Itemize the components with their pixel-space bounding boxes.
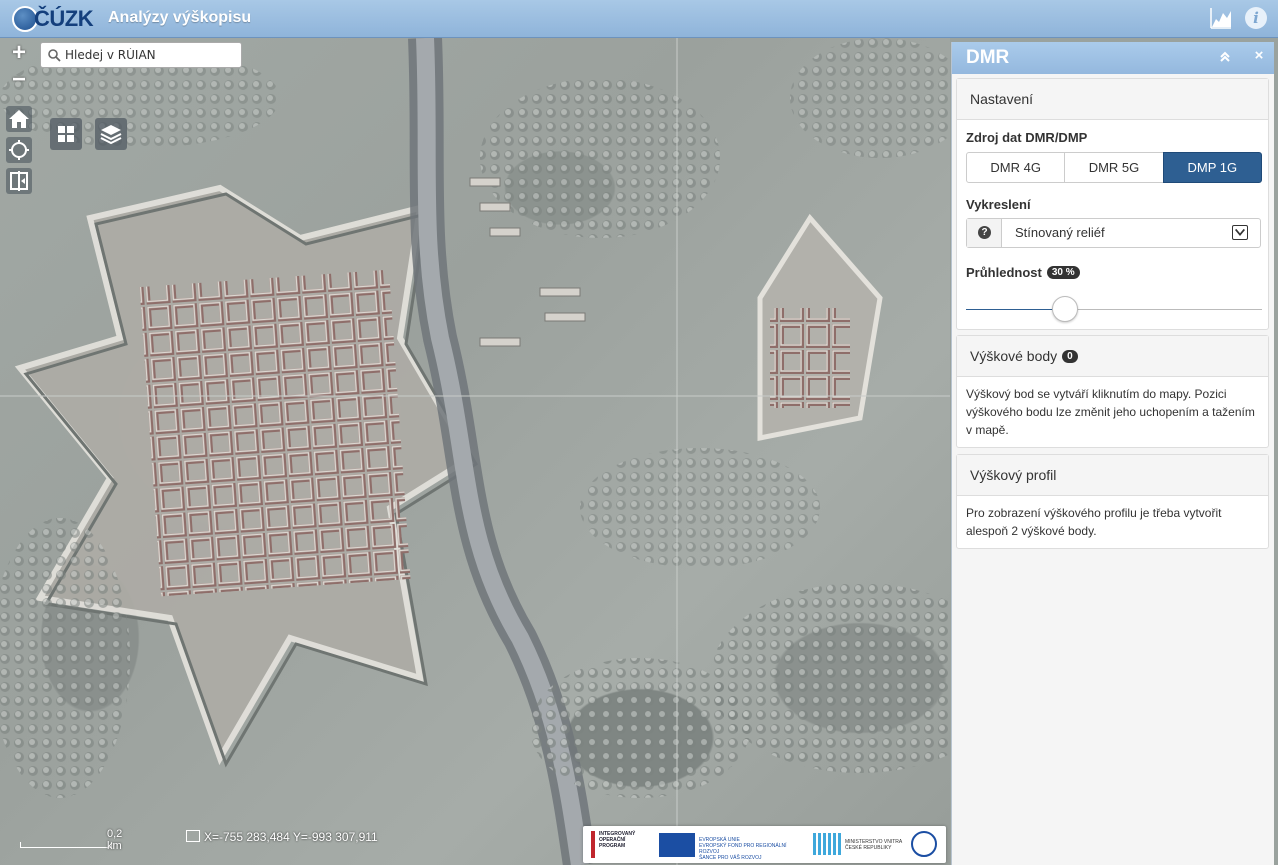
info-icon[interactable]: i bbox=[1245, 7, 1267, 29]
cuzk-logo[interactable]: ČÚZK bbox=[12, 5, 94, 32]
height-points-title-row: Výškové body 0 bbox=[970, 348, 1078, 364]
height-points-count-badge: 0 bbox=[1062, 350, 1078, 363]
height-points-section: Výškové body 0 Výškový bod se vytváří kli… bbox=[956, 335, 1269, 448]
crosshair-icon bbox=[9, 140, 29, 160]
seal-icon bbox=[911, 831, 937, 857]
locate-button[interactable] bbox=[6, 137, 32, 163]
render-label: Vykreslení bbox=[966, 197, 1031, 212]
ministry-mark-icon bbox=[813, 833, 841, 855]
panel-title: DMR bbox=[966, 47, 1010, 68]
app-header: ČÚZK Analýzy výškopisu i bbox=[0, 0, 1278, 38]
opacity-label-text: Průhlednost bbox=[966, 265, 1042, 280]
eu-flag-icon bbox=[659, 833, 695, 857]
settings-section: Nastavení Zdroj dat DMR/DMP DMR 4G DMR 5… bbox=[956, 78, 1269, 330]
height-profile-help-text: Pro zobrazení výškového profilu je třeba… bbox=[966, 506, 1222, 538]
chevron-down-icon[interactable] bbox=[1232, 225, 1248, 240]
height-profile-header[interactable]: Výškový profil bbox=[957, 455, 1268, 496]
swipe-icon bbox=[10, 171, 28, 191]
scale-line bbox=[20, 842, 112, 848]
search-input[interactable] bbox=[65, 46, 237, 64]
height-points-title: Výškové body bbox=[970, 348, 1058, 364]
height-profile-title: Výškový profil bbox=[970, 467, 1057, 483]
app-title: Analýzy výškopisu bbox=[108, 9, 252, 26]
render-help-button[interactable]: ? bbox=[967, 219, 1002, 247]
source-button-group: DMR 4G DMR 5G DMP 1G bbox=[966, 152, 1262, 183]
logo-text: ČÚZK bbox=[34, 5, 94, 31]
coordinate-readout: X=-755 283,484 Y=-993 307,911 bbox=[186, 830, 378, 844]
panel-header: DMR × bbox=[952, 42, 1274, 74]
home-button[interactable] bbox=[6, 106, 32, 132]
map-view[interactable] bbox=[0, 38, 950, 865]
opacity-label: Průhlednost 30 % bbox=[966, 265, 1080, 280]
ministry-logo: MINISTERSTVO VNITRA ČESKÉ REPUBLIKY bbox=[813, 831, 903, 858]
source-label: Zdroj dat DMR/DMP bbox=[966, 130, 1088, 145]
iop-logo: INTEGROVANÝ OPERAČNÍ PROGRAM bbox=[591, 831, 653, 858]
scale-label: 0,2 km bbox=[107, 828, 123, 852]
opacity-slider[interactable] bbox=[966, 294, 1262, 324]
zoom-out-button[interactable]: − bbox=[6, 68, 32, 92]
funding-logos: INTEGROVANÝ OPERAČNÍ PROGRAM EVROPSKÁ UNIE… bbox=[583, 826, 946, 863]
render-select[interactable]: ? Stínovaný reliéf bbox=[966, 218, 1261, 248]
eu-logo: EVROPSKÁ UNIE EVROPSKÝ FOND PRO REGIONÁLN… bbox=[659, 831, 787, 861]
settings-header[interactable]: Nastavení bbox=[957, 79, 1268, 120]
home-icon bbox=[9, 110, 29, 128]
close-button[interactable]: × bbox=[1252, 48, 1266, 63]
slider-fill bbox=[966, 309, 1066, 310]
layers-icon bbox=[100, 125, 122, 145]
swipe-compare-button[interactable] bbox=[6, 168, 32, 194]
collapse-icon[interactable] bbox=[1218, 50, 1232, 64]
height-points-help-text: Výškový bod se vytváří kliknutím do mapy… bbox=[966, 387, 1255, 437]
source-dmr5g-button[interactable]: DMR 5G bbox=[1064, 152, 1164, 183]
basemap-grid-button[interactable] bbox=[50, 118, 82, 150]
grid-icon bbox=[58, 126, 74, 142]
settings-title: Nastavení bbox=[970, 91, 1034, 107]
panel-body: Nastavení Zdroj dat DMR/DMP DMR 4G DMR 5… bbox=[952, 74, 1274, 865]
ruian-search[interactable] bbox=[40, 42, 242, 68]
zoom-in-button[interactable]: + bbox=[6, 41, 32, 65]
coordinates-icon bbox=[186, 830, 200, 842]
height-profile-section: Výškový profil Pro zobrazení výškového p… bbox=[956, 454, 1269, 549]
source-dmp1g-button[interactable]: DMP 1G bbox=[1162, 152, 1262, 183]
slider-handle[interactable] bbox=[1052, 296, 1079, 322]
source-dmr4g-button[interactable]: DMR 4G bbox=[966, 152, 1066, 183]
opacity-badge: 30 % bbox=[1046, 266, 1080, 279]
coordinate-text: X=-755 283,484 Y=-993 307,911 bbox=[204, 830, 378, 844]
height-points-header[interactable]: Výškové body 0 bbox=[957, 336, 1268, 377]
hillshade-map bbox=[0, 38, 950, 865]
search-icon bbox=[48, 49, 61, 62]
help-icon: ? bbox=[978, 226, 991, 239]
profile-chart-icon[interactable] bbox=[1210, 7, 1232, 29]
layers-button[interactable] bbox=[95, 118, 127, 150]
dmr-panel: DMR × Nastavení Zdroj dat DMR/DMP DMR 4G… bbox=[951, 42, 1274, 865]
render-select-value: Stínovaný reliéf bbox=[1015, 225, 1105, 240]
